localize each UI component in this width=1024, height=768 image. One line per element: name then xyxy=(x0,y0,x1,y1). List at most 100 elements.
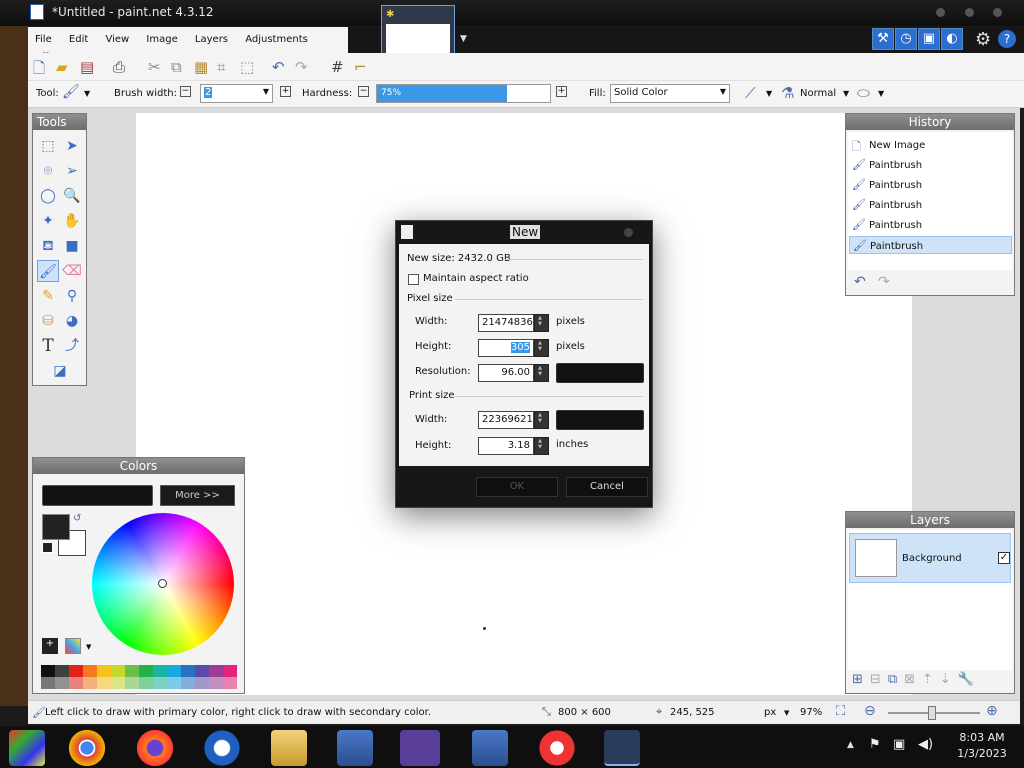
palette-swatch[interactable] xyxy=(209,677,223,689)
tab-dropdown-icon[interactable]: ▼ xyxy=(460,34,467,44)
zoom-icon[interactable]: 🔍 xyxy=(61,185,83,207)
recolor-icon[interactable]: ◕ xyxy=(61,310,83,332)
palette-swatch[interactable] xyxy=(139,665,153,677)
control-panel-icon[interactable] xyxy=(337,730,373,766)
text-icon[interactable]: T xyxy=(37,335,59,357)
move-selected-icon[interactable]: ➤ xyxy=(61,135,83,157)
zoom-slider[interactable] xyxy=(888,706,980,720)
duplicate-layer-icon[interactable]: ⧉ xyxy=(888,672,904,687)
print-unit-combo[interactable] xyxy=(556,410,644,430)
clone-stamp-icon[interactable]: ⛁ xyxy=(37,310,59,332)
tray-overflow-icon[interactable]: ▲ xyxy=(847,740,854,750)
more-colors-button[interactable]: More >> xyxy=(160,485,235,506)
paint-bucket-icon[interactable]: ⛾ xyxy=(37,235,59,257)
cut-icon[interactable]: ✂ xyxy=(148,58,161,76)
paintbrush-icon[interactable]: 🖌 xyxy=(37,260,59,282)
pan-icon[interactable]: ✋ xyxy=(61,210,83,232)
menu-image[interactable]: Image xyxy=(139,27,184,45)
zoom-fit-icon[interactable]: ⛶ xyxy=(836,704,845,719)
antialiasing-icon[interactable]: ⟋ xyxy=(745,84,756,102)
maximize-button[interactable] xyxy=(965,8,974,17)
layer-row-background[interactable]: Background ✓ xyxy=(849,533,1011,583)
save-icon[interactable]: ▤ xyxy=(80,58,94,76)
dialog-close-button[interactable] xyxy=(624,228,633,237)
blend-mode-dropdown-icon[interactable]: ▼ xyxy=(843,89,849,98)
print-icon[interactable]: ⎙ xyxy=(113,58,125,76)
print-height-input[interactable]: 3.18 xyxy=(478,437,534,455)
hardness-increase-button[interactable]: + xyxy=(556,86,567,97)
history-item[interactable]: 🖌 Paintbrush xyxy=(849,216,1012,234)
start-button[interactable] xyxy=(9,730,45,766)
file-explorer-icon[interactable] xyxy=(271,730,307,766)
palette-swatch[interactable] xyxy=(167,665,181,677)
primary-color-swatch[interactable] xyxy=(42,514,70,540)
merge-layer-icon[interactable]: ⊠ xyxy=(904,672,922,687)
ellipse-select-icon[interactable]: ◯ xyxy=(37,185,59,207)
palette-swatch[interactable] xyxy=(69,677,83,689)
rectangle-select-icon[interactable]: ⬚ xyxy=(37,135,59,157)
ruler-icon[interactable]: ⌐ xyxy=(354,58,367,76)
add-layer-icon[interactable]: ⊞ xyxy=(852,672,870,687)
maintain-aspect-checkbox[interactable] xyxy=(408,274,419,285)
palette-swatch[interactable] xyxy=(223,665,237,677)
palette-swatch[interactable] xyxy=(209,665,223,677)
firefox-icon[interactable] xyxy=(137,730,173,766)
delete-layer-icon[interactable]: ⊟ xyxy=(870,672,888,687)
volume-icon[interactable]: ◀) xyxy=(918,737,933,752)
selection-mode-dropdown-icon[interactable]: ▼ xyxy=(878,89,884,98)
layers-toggle-icon[interactable]: ▣ xyxy=(918,28,940,50)
line-curve-icon[interactable]: ⤴ xyxy=(61,335,83,357)
zoom-out-icon[interactable]: ⊖ xyxy=(864,703,876,719)
palette-swatch[interactable] xyxy=(195,677,209,689)
palette-swatch[interactable] xyxy=(83,677,97,689)
palette-swatch[interactable] xyxy=(41,665,55,677)
settings-icon[interactable]: ⚙ xyxy=(975,29,991,50)
brush-width-decrease-button[interactable]: − xyxy=(180,86,191,97)
cancel-button[interactable]: Cancel xyxy=(566,477,648,497)
system-clock[interactable]: 8:03 AM 1/3/2023 xyxy=(952,731,1012,763)
colors-toggle-icon[interactable]: ◐ xyxy=(941,28,963,50)
undo-icon[interactable]: ↶ xyxy=(272,58,285,76)
palette-swatch[interactable] xyxy=(97,677,111,689)
menu-adjustments[interactable]: Adjustments xyxy=(238,27,315,45)
height-spinner[interactable] xyxy=(534,339,549,357)
chrome-icon[interactable] xyxy=(69,730,105,766)
hardness-slider[interactable]: 75% xyxy=(376,84,551,103)
paste-icon[interactable]: ▦ xyxy=(194,58,208,76)
obama-app-icon[interactable] xyxy=(204,730,240,766)
paintbrush-tool-icon[interactable]: 🖌 xyxy=(62,84,80,100)
palette-swatch[interactable] xyxy=(97,665,111,677)
open-file-icon[interactable]: ▰ xyxy=(56,58,68,76)
unit-selector[interactable]: px xyxy=(764,707,776,718)
redo-icon[interactable]: ↷ xyxy=(295,58,308,76)
reset-colors-icon[interactable] xyxy=(42,542,53,553)
palette-swatch[interactable] xyxy=(181,677,195,689)
print-height-spinner[interactable] xyxy=(534,437,549,455)
fill-combo[interactable]: Solid Color ▼ xyxy=(610,84,730,103)
history-item[interactable]: 🖌 Paintbrush xyxy=(849,156,1012,174)
zoom-slider-thumb[interactable] xyxy=(928,706,936,720)
width-input[interactable]: 2147483647 xyxy=(478,314,534,332)
antialiasing-dropdown-icon[interactable]: ▼ xyxy=(766,89,772,98)
palette-swatch[interactable] xyxy=(55,665,69,677)
menu-layers[interactable]: Layers xyxy=(188,27,235,45)
resolution-unit-combo[interactable] xyxy=(556,363,644,383)
menu-file[interactable]: File xyxy=(28,27,59,45)
palette-swatch[interactable] xyxy=(125,677,139,689)
width-spinner[interactable] xyxy=(534,314,549,332)
palette-swatch[interactable] xyxy=(111,665,125,677)
messenger-icon[interactable] xyxy=(400,730,440,766)
blend-mode-value[interactable]: Normal xyxy=(800,88,836,99)
color-wheel-cursor[interactable] xyxy=(158,579,167,588)
help-icon[interactable]: ? xyxy=(998,30,1016,48)
history-redo-icon[interactable]: ↷ xyxy=(878,274,890,290)
color-mode-combo[interactable] xyxy=(42,485,153,506)
palette-swatch[interactable] xyxy=(83,665,97,677)
history-item[interactable]: 🖌 Paintbrush xyxy=(849,196,1012,214)
history-undo-icon[interactable]: ↶ xyxy=(854,274,866,290)
palette-swatch[interactable] xyxy=(181,665,195,677)
tools-toggle-icon[interactable]: ⚒ xyxy=(872,28,894,50)
new-file-icon[interactable]: 🗋 xyxy=(33,58,45,83)
zoom-in-icon[interactable]: ⊕ xyxy=(986,703,998,719)
unit-dropdown-icon[interactable]: ▼ xyxy=(784,709,789,717)
